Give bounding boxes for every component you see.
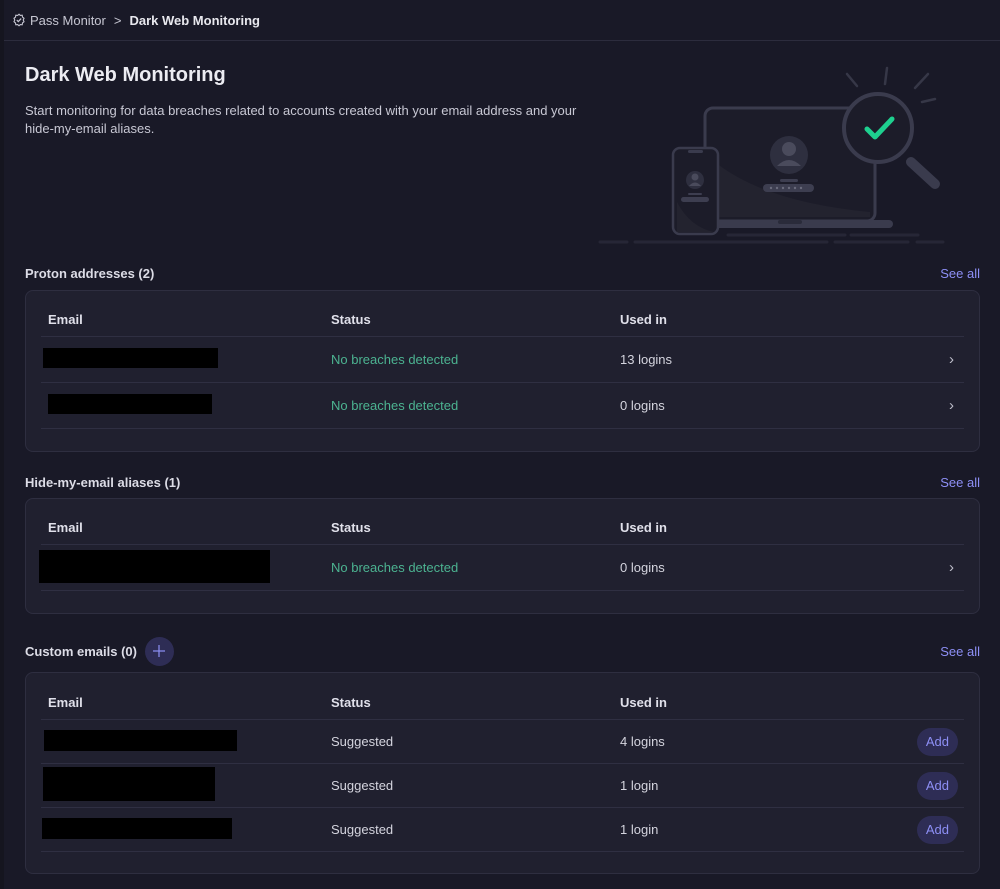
column-header-status: Status [331,520,371,535]
table-header: Email Status Used in [41,291,964,337]
see-all-aliases-link[interactable]: See all [940,475,980,490]
page-description: Start monitoring for data breaches relat… [25,103,577,136]
chevron-right-icon[interactable]: › [949,397,954,414]
table-header: Email Status Used in [41,499,964,545]
section-header-custom-emails: Custom emails (0) See all [25,636,980,666]
table-row[interactable]: Suggested 1 login Add [41,808,964,852]
table-row[interactable]: No breaches detected 0 logins › [41,383,964,429]
add-button[interactable]: Add [916,815,958,844]
column-header-status: Status [331,312,371,327]
table-row[interactable]: Suggested 4 logins Add [41,720,964,764]
hide-my-email-table: Email Status Used in No breaches detecte… [25,498,980,614]
see-all-proton-addresses-link[interactable]: See all [940,266,980,281]
status-text: Suggested [331,778,394,793]
shield-check-icon [12,13,26,27]
redacted-email [42,817,232,839]
redacted-email [44,729,237,751]
status-text: No breaches detected [331,398,459,413]
column-header-email: Email [48,520,83,535]
used-in-count: 4 logins [620,734,665,749]
section-title: Hide-my-email aliases (1) [25,474,181,490]
column-header-status: Status [331,694,371,710]
breadcrumb-current: Dark Web Monitoring [129,12,260,28]
chevron-right-icon[interactable]: › [949,559,954,576]
redacted-email [43,348,218,368]
section-title-text: Custom emails (0) [25,643,137,659]
add-button[interactable]: Add [916,771,958,800]
used-in-count: 0 logins [620,398,665,413]
add-custom-email-button[interactable] [144,636,174,666]
used-in-count: 1 login [620,822,659,837]
redacted-email [39,549,270,583]
table-row[interactable]: No breaches detected 0 logins › [39,545,964,591]
chevron-right-icon[interactable]: › [949,351,954,368]
column-header-used-in: Used in [620,694,667,710]
status-text: Suggested [331,822,394,837]
column-header-email: Email [48,694,83,710]
status-text: No breaches detected [331,560,459,575]
redacted-email [43,767,215,801]
used-in-count: 13 logins [620,352,673,367]
section-title: Custom emails (0) [25,636,174,666]
used-in-count: 1 login [620,778,659,793]
left-edge [0,0,4,889]
devices-magnifier-check-illustration [595,62,950,252]
column-header-email: Email [48,312,83,327]
table-row[interactable]: No breaches detected 13 logins › [41,337,964,383]
page-title: Dark Web Monitoring [25,64,226,86]
column-header-used-in: Used in [620,520,667,535]
column-header-used-in: Used in [620,312,667,327]
plus-icon [153,645,166,657]
breadcrumb: Pass Monitor > Dark Web Monitoring [4,0,1000,41]
section-title: Proton addresses (2) [25,265,155,281]
table-header: Email Status Used in [41,673,964,720]
breadcrumb-separator: > [113,12,122,28]
status-text: Suggested [331,734,394,749]
section-header-hide-my-email: Hide-my-email aliases (1) See all [25,467,980,497]
proton-addresses-table: Email Status Used in No breaches detecte… [25,290,980,452]
table-row[interactable]: Suggested 1 login Add [41,764,964,808]
redacted-email [48,394,212,414]
status-text: No breaches detected [331,352,459,367]
breadcrumb-pass-monitor[interactable]: Pass Monitor [30,13,106,28]
section-header-proton-addresses: Proton addresses (2) See all [25,258,980,288]
custom-emails-table: Email Status Used in Suggested 4 logins … [25,672,980,874]
add-button[interactable]: Add [916,727,958,756]
see-all-custom-emails-link[interactable]: See all [940,644,980,659]
used-in-count: 0 logins [620,560,665,575]
